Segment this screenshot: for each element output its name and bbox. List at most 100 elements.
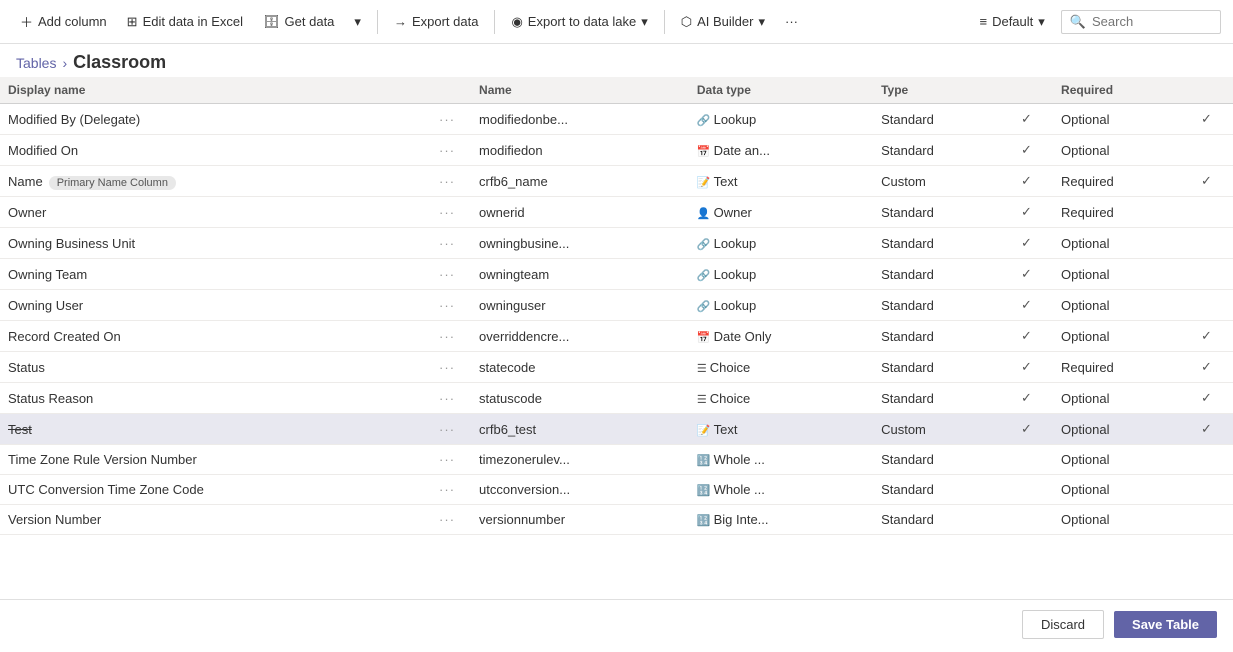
data-type-label: Big Inte... <box>714 512 769 527</box>
cell-required: Optional <box>1053 259 1193 290</box>
save-table-button[interactable]: Save Table <box>1114 611 1217 638</box>
col-display-name: Display name <box>0 77 431 104</box>
cell-name: versionnumber <box>471 505 689 535</box>
cell-col-type: Standard <box>873 197 1013 228</box>
cell-check2: ✓ <box>1193 383 1233 414</box>
cell-col-type: Standard <box>873 352 1013 383</box>
cell-display-name: Test <box>0 414 431 445</box>
cell-row-menu: ··· <box>431 505 471 535</box>
row-display-name: Name <box>8 174 43 189</box>
cell-data-type: 📝Text <box>689 166 873 197</box>
cell-col-type: Standard <box>873 104 1013 135</box>
cell-col-type: Standard <box>873 383 1013 414</box>
cell-display-name: Owning Business Unit <box>0 228 431 259</box>
cell-required: Optional <box>1053 228 1193 259</box>
table-row: Modified On···modifiedon📅Date an...Stand… <box>0 135 1233 166</box>
row-menu-button[interactable]: ··· <box>439 452 455 467</box>
cell-name: owningteam <box>471 259 689 290</box>
cell-required: Optional <box>1053 135 1193 166</box>
cell-required: Required <box>1053 352 1193 383</box>
table-body: Modified By (Delegate)···modifiedonbe...… <box>0 104 1233 535</box>
divider-1 <box>377 10 378 34</box>
cell-name: statecode <box>471 352 689 383</box>
more-button[interactable]: ··· <box>777 10 806 33</box>
row-menu-button[interactable]: ··· <box>439 143 455 158</box>
cell-display-name: Version Number <box>0 505 431 535</box>
add-column-button[interactable]: ＋ Add column <box>12 8 115 35</box>
cell-data-type: ☰Choice <box>689 352 873 383</box>
cell-row-menu: ··· <box>431 475 471 505</box>
cell-check1: ✓ <box>1013 383 1053 414</box>
cell-data-type: ☰Choice <box>689 383 873 414</box>
export-data-button[interactable]: → Export data <box>386 10 487 33</box>
chevron-down-icon: ▾ <box>354 14 361 30</box>
breadcrumb: Tables › Classroom <box>0 44 1233 77</box>
table-row: Status ··· statecode☰ChoiceStandard ✓Requir… <box>0 352 1233 383</box>
row-menu-button[interactable]: ··· <box>439 267 455 282</box>
data-type-label: Lookup <box>714 298 757 313</box>
cell-row-menu: ··· <box>431 445 471 475</box>
table-container: Display name Name Data type Type Require… <box>0 77 1233 599</box>
type-icon: 🔗 <box>697 270 711 282</box>
ai-builder-button[interactable]: ⬡ AI Builder ▾ <box>673 10 773 34</box>
row-menu-button[interactable]: ··· <box>439 391 455 406</box>
cell-col-type: Standard <box>873 290 1013 321</box>
type-icon: 🔗 <box>697 301 711 313</box>
default-button[interactable]: ≡ Default ▾ <box>971 10 1052 34</box>
row-menu-button[interactable]: ··· <box>439 112 455 127</box>
cell-row-menu: ··· <box>431 352 471 383</box>
row-menu-button[interactable]: ··· <box>439 360 455 375</box>
row-menu-button[interactable]: ··· <box>439 205 455 220</box>
divider-2 <box>494 10 495 34</box>
toolbar-right: ≡ Default ▾ 🔍 <box>971 10 1221 34</box>
cell-required: Optional <box>1053 445 1193 475</box>
data-icon: 🗄 <box>263 14 280 30</box>
cell-col-type: Standard <box>873 505 1013 535</box>
cell-check1: ✓ <box>1013 135 1053 166</box>
table-row: Owner···ownerid👤OwnerStandard✓Required <box>0 197 1233 228</box>
cell-row-menu: ··· <box>431 414 471 445</box>
export-lake-button[interactable]: ◉ Export to data lake ▾ <box>503 10 655 34</box>
cell-check1: ✓ <box>1013 166 1053 197</box>
row-display-name: Version Number <box>8 512 101 527</box>
cell-data-type: 🔗Lookup <box>689 104 873 135</box>
get-data-button[interactable]: 🗄 Get data <box>255 10 342 34</box>
row-menu-button[interactable]: ··· <box>439 329 455 344</box>
cell-check1 <box>1013 445 1053 475</box>
row-menu-button[interactable]: ··· <box>439 482 455 497</box>
table-row: Modified By (Delegate)···modifiedonbe...… <box>0 104 1233 135</box>
row-display-name: Test <box>8 422 32 437</box>
row-menu-button[interactable]: ··· <box>439 174 455 189</box>
ai-icon: ⬡ <box>681 14 692 30</box>
search-input[interactable] <box>1092 14 1212 29</box>
cell-row-menu: ··· <box>431 228 471 259</box>
table-row: Owning Business Unit ··· owningbusine... 🔗L… <box>0 228 1233 259</box>
tables-link[interactable]: Tables <box>16 55 56 71</box>
cell-name: owningbusine... <box>471 228 689 259</box>
cell-display-name: Owning User <box>0 290 431 321</box>
data-type-label: Choice <box>710 360 750 375</box>
type-icon: 🔢 <box>697 455 711 467</box>
dropdown-arrow-button[interactable]: ▾ <box>346 10 369 34</box>
cell-check1 <box>1013 475 1053 505</box>
cell-row-menu: ··· <box>431 259 471 290</box>
row-menu-button[interactable]: ··· <box>439 236 455 251</box>
cell-check2: ✓ <box>1193 352 1233 383</box>
discard-button[interactable]: Discard <box>1022 610 1104 639</box>
row-display-name: Record Created On <box>8 329 121 344</box>
col-data-type: Data type <box>689 77 873 104</box>
edit-excel-button[interactable]: ⊞ Edit data in Excel <box>119 10 251 34</box>
data-type-label: Lookup <box>714 236 757 251</box>
cell-name: utcconversion... <box>471 475 689 505</box>
type-icon: 🔢 <box>697 485 711 497</box>
row-menu-button[interactable]: ··· <box>439 422 455 437</box>
row-menu-button[interactable]: ··· <box>439 298 455 313</box>
row-menu-button[interactable]: ··· <box>439 512 455 527</box>
cell-col-type: Standard <box>873 475 1013 505</box>
default-chevron-icon: ▾ <box>1038 14 1045 30</box>
export-icon: → <box>394 14 407 29</box>
cell-required: Optional <box>1053 475 1193 505</box>
cell-display-name: Status <box>0 352 431 383</box>
data-type-label: Choice <box>710 391 750 406</box>
type-icon: 🔗 <box>697 239 711 251</box>
